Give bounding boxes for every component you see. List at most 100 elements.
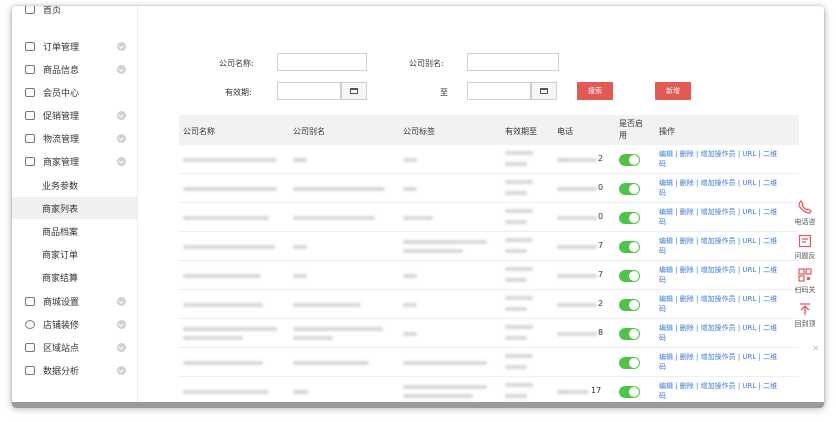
enabled-toggle[interactable]	[619, 183, 640, 195]
tool-back-to-top[interactable]: 回到顶	[787, 302, 823, 329]
sidebar-subitem-business-params[interactable]: 业务参数	[12, 174, 138, 196]
blurred-company-name	[183, 336, 243, 340]
chart-icon	[25, 365, 35, 375]
enabled-toggle[interactable]	[619, 241, 640, 253]
row-actions-line2[interactable]: 码	[659, 305, 666, 313]
blurred-valid-until	[505, 180, 533, 184]
blurred-company-alias	[293, 187, 385, 191]
row-actions-line1[interactable]: 编辑 | 删除 | 增加操作员 | URL | 二维	[659, 382, 777, 390]
calendar-icon	[540, 88, 548, 94]
row-actions-line2[interactable]: 码	[659, 392, 666, 400]
blurred-valid-until	[505, 394, 527, 398]
row-actions-line2[interactable]: 码	[659, 189, 666, 197]
row-actions-line1[interactable]: 编辑 | 删除 | 增加操作员 | URL | 二维	[659, 295, 777, 303]
row-actions-line1[interactable]: 编辑 | 删除 | 增加操作员 | URL | 二维	[659, 208, 777, 216]
enabled-toggle[interactable]	[619, 328, 640, 340]
row-actions-line1[interactable]: 编辑 | 删除 | 增加操作员 | URL | 二维	[659, 179, 777, 187]
row-actions-line2[interactable]: 码	[659, 276, 666, 284]
blurred-valid-until	[505, 278, 527, 282]
blurred-company-tag	[403, 216, 433, 220]
row-actions[interactable]: 编辑 | 删除 | 增加操作员 | URL | 二维码	[659, 323, 799, 343]
enabled-toggle[interactable]	[619, 270, 640, 282]
sidebar-subitem-product-archive[interactable]: 商品档案	[12, 220, 138, 242]
blurred-company-tag	[403, 361, 487, 365]
enabled-toggle[interactable]	[619, 386, 640, 398]
row-actions-line1[interactable]: 编辑 | 删除 | 增加操作员 | URL | 二维	[659, 324, 777, 332]
company-alias-input[interactable]	[467, 53, 559, 71]
sidebar-subitem-label: 业务参数	[42, 181, 79, 192]
sidebar-item-label: 商城设置	[43, 297, 80, 308]
sidebar-item-home[interactable]: 首页	[12, 6, 138, 20]
row-actions-line1[interactable]: 编辑 | 删除 | 增加操作员 | URL | 二维	[659, 237, 777, 245]
row-actions-line1[interactable]: 编辑 | 删除 | 增加操作员 | URL | 二维	[659, 150, 777, 158]
row-actions[interactable]: 编辑 | 删除 | 增加操作员 | URL | 二维码	[659, 265, 799, 285]
table-header: 公司名称 公司别名 公司标签 有效期至 电话 是否启 用 操作	[179, 115, 799, 145]
sidebar-item-orders[interactable]: 订单管理	[12, 35, 138, 57]
sidebar-item-sites[interactable]: 区域站点	[12, 336, 138, 358]
blurred-phone	[557, 216, 597, 220]
col-header-company-alias: 公司别名	[293, 127, 325, 136]
row-actions-line2[interactable]: 码	[659, 363, 666, 371]
sidebar-item-store-settings[interactable]: 商城设置	[12, 290, 138, 312]
sidebar-subitem-label: 商家列表	[42, 204, 79, 215]
blurred-company-tag	[403, 249, 463, 253]
blurred-phone	[557, 390, 589, 394]
site-icon	[25, 342, 35, 352]
row-actions-line2[interactable]: 码	[659, 247, 666, 255]
row-actions[interactable]: 编辑 | 删除 | 增加操作员 | URL | 二维码	[659, 207, 799, 227]
sidebar-item-analytics[interactable]: 数据分析	[12, 359, 138, 381]
row-actions-line2[interactable]: 码	[659, 334, 666, 342]
validity-start-input[interactable]	[277, 82, 341, 100]
enabled-toggle[interactable]	[619, 212, 640, 224]
store-settings-icon	[25, 296, 35, 306]
row-actions-line2[interactable]: 码	[659, 218, 666, 226]
blurred-company-tag	[403, 394, 473, 398]
phone-tail: 2	[598, 154, 604, 163]
add-button[interactable]: 新增	[655, 82, 691, 100]
merchant-icon	[25, 156, 35, 166]
enabled-toggle[interactable]	[619, 154, 640, 166]
sidebar-subitem-merchant-list[interactable]: 商家列表	[12, 197, 138, 219]
truck-icon	[25, 133, 35, 143]
tool-back-to-top-label: 回到顶	[794, 320, 816, 328]
blurred-company-alias	[293, 245, 307, 249]
sidebar-item-logistics[interactable]: 物流管理	[12, 127, 138, 149]
row-actions[interactable]: 编辑 | 删除 | 增加操作员 | URL | 二维码	[659, 381, 799, 401]
sidebar-item-products[interactable]: 商品信息	[12, 58, 138, 80]
enabled-toggle[interactable]	[619, 299, 640, 311]
row-actions[interactable]: 编辑 | 删除 | 增加操作员 | URL | 二维码	[659, 294, 799, 314]
table-row: 编辑 | 删除 | 增加操作员 | URL | 二维码	[179, 348, 799, 377]
tool-phone-label: 电话咨	[794, 218, 816, 226]
sidebar-subitem-merchant-settlement[interactable]: 商家结算	[12, 266, 138, 288]
row-actions-line1[interactable]: 编辑 | 删除 | 增加操作员 | URL | 二维	[659, 353, 777, 361]
blurred-company-alias	[293, 216, 375, 220]
search-button[interactable]: 搜索	[577, 82, 613, 100]
blurred-company-tag	[403, 187, 417, 191]
sidebar-item-promotions[interactable]: 促销管理	[12, 104, 138, 126]
validity-start-calendar-button[interactable]	[341, 82, 367, 100]
row-actions-line1[interactable]: 编辑 | 删除 | 增加操作员 | URL | 二维	[659, 266, 777, 274]
col-header-company-tag: 公司标签	[403, 127, 435, 136]
row-actions[interactable]: 编辑 | 删除 | 增加操作员 | URL | 二维码	[659, 352, 799, 372]
row-actions[interactable]: 编辑 | 删除 | 增加操作员 | URL | 二维码	[659, 236, 799, 256]
blurred-company-tag	[403, 303, 417, 307]
validity-end-calendar-button[interactable]	[531, 82, 557, 100]
sidebar-subitem-merchant-orders[interactable]: 商家订单	[12, 243, 138, 265]
enabled-toggle[interactable]	[619, 357, 640, 369]
tool-feedback[interactable]: 问题反	[787, 234, 823, 261]
company-name-input[interactable]	[277, 53, 367, 71]
blurred-company-name	[183, 245, 275, 249]
blurred-company-name	[183, 216, 269, 220]
row-actions[interactable]: 编辑 | 删除 | 增加操作员 | URL | 二维码	[659, 149, 799, 169]
sidebar-item-members[interactable]: 会员中心	[12, 81, 138, 103]
row-actions-line2[interactable]: 码	[659, 160, 666, 168]
close-icon[interactable]: ×	[812, 344, 820, 354]
table-row: 0 编辑 | 删除 | 增加操作员 | URL | 二维码	[179, 174, 799, 203]
tool-qrcode[interactable]: 扫码关	[787, 268, 823, 295]
tool-phone[interactable]: 电话咨	[787, 200, 823, 227]
sidebar-item-merchants[interactable]: 商家管理	[12, 150, 138, 172]
sidebar-item-label: 促销管理	[43, 111, 80, 122]
validity-end-input[interactable]	[467, 82, 531, 100]
sidebar-item-decoration[interactable]: 店铺装修	[12, 313, 138, 335]
row-actions[interactable]: 编辑 | 删除 | 增加操作员 | URL | 二维码	[659, 178, 799, 198]
